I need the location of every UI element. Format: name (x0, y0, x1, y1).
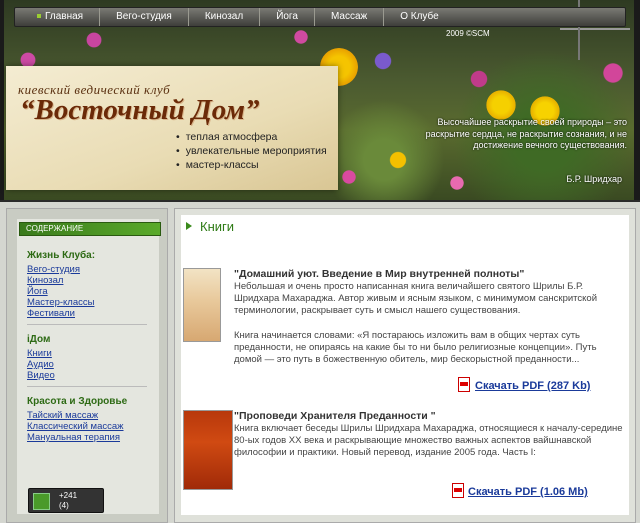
visitor-counter[interactable]: +241 (4) (28, 488, 104, 513)
sidebar-link-books[interactable]: Книги (27, 348, 52, 359)
flower-decoration (386, 148, 410, 172)
sidebar-link-classic-massage[interactable]: Классический массаж (27, 421, 124, 432)
feature-item: мастер-классы (176, 158, 327, 172)
book-cover-2[interactable] (183, 410, 233, 490)
flower-decoration (448, 174, 466, 192)
frame-post (634, 0, 640, 200)
section-title: Книги (200, 219, 235, 234)
sidebar-link-vego-studio[interactable]: Вего-студия (27, 264, 80, 275)
nav-label: О Клубе (400, 11, 439, 22)
quote-author: Б.Р. Шридхар (566, 174, 622, 184)
flower-decoration (468, 68, 490, 90)
feature-item: теплая атмосфера (176, 130, 327, 144)
nav-label: Кинозал (204, 11, 244, 22)
nav-item-about[interactable]: О Клубе (384, 8, 455, 26)
pdf-icon[interactable] (458, 377, 470, 392)
header-quote: Высочайшее раскрытие своей природы – это… (425, 117, 627, 150)
sidebar-link-cinema[interactable]: Кинозал (27, 275, 63, 286)
sidebar-link-master-classes[interactable]: Мастер-классы (27, 297, 94, 308)
club-title[interactable]: “Восточный Дом” (20, 94, 260, 127)
sidebar-group-title: Красота и Здоровье (27, 396, 128, 407)
sidebar-divider (27, 386, 147, 387)
feature-item: увлекательные мероприятия (176, 144, 327, 158)
counter-subvalue: (4) (59, 501, 69, 510)
sidebar-link-video[interactable]: Видео (27, 370, 55, 381)
nav-item-vego-studio[interactable]: Вего-студия (100, 8, 189, 26)
sidebar-link-thai-massage[interactable]: Тайский массаж (27, 410, 98, 421)
header-banner: Главная Вего-студия Кинозал Йога Массаж … (0, 0, 640, 202)
bullet-icon (37, 14, 41, 19)
flower-decoration (600, 60, 626, 86)
sidebar-divider (27, 324, 147, 325)
flower-decoration (84, 30, 104, 50)
section-arrow-icon (186, 222, 192, 230)
download-pdf-link[interactable]: Скачать PDF (1.06 Mb) (468, 486, 588, 498)
top-navigation: Главная Вего-студия Кинозал Йога Массаж … (14, 7, 626, 27)
nav-item-massage[interactable]: Массаж (315, 8, 385, 26)
flower-decoration (372, 50, 394, 72)
sidebar-group-title: Жизнь Клуба: (27, 250, 96, 261)
book-description: Небольшая и очень просто написанная книг… (234, 281, 598, 316)
frame-post (0, 0, 4, 200)
book-description: Книга включает беседы Шрилы Шридхара Мах… (234, 423, 623, 458)
book-title: "Проповеди Хранителя Преданности " (234, 410, 436, 422)
sidebar-link-audio[interactable]: Аудио (27, 359, 54, 370)
nav-label: Главная (45, 11, 84, 22)
copyright-year: 2009 ©SCM (446, 29, 490, 38)
flower-decoration (340, 168, 358, 186)
nav-item-home[interactable]: Главная (15, 8, 101, 26)
sidebar-header: СОДЕРЖАНИЕ (19, 222, 161, 236)
nav-label: Йога (276, 11, 298, 22)
nav-item-cinema[interactable]: Кинозал (189, 8, 261, 26)
sidebar-link-festivals[interactable]: Фестивали (27, 308, 75, 319)
flower-decoration (486, 90, 516, 120)
download-pdf-link[interactable]: Скачать PDF (287 Kb) (475, 380, 590, 392)
frame-bar (560, 28, 630, 30)
nav-label: Массаж (330, 11, 368, 22)
counter-value: +241 (59, 491, 78, 500)
sidebar-link-yoga[interactable]: Йога (27, 286, 48, 297)
book-title: "Домашний уют. Введение в Мир внутренней… (234, 268, 525, 280)
pdf-icon[interactable] (452, 483, 464, 498)
sidebar-link-manual-therapy[interactable]: Мануальная терапия (27, 432, 120, 443)
nav-item-yoga[interactable]: Йога (260, 8, 315, 26)
book-cover-1[interactable] (183, 268, 221, 342)
feature-list: теплая атмосфера увлекательные мероприят… (176, 130, 327, 172)
nav-label: Вего-студия (116, 11, 172, 22)
book-description: Книга начинается словами: «Я постараюсь … (234, 330, 597, 365)
sidebar-group-title: iДом (27, 334, 51, 345)
counter-logo-icon (33, 493, 50, 510)
flower-decoration (292, 28, 310, 46)
